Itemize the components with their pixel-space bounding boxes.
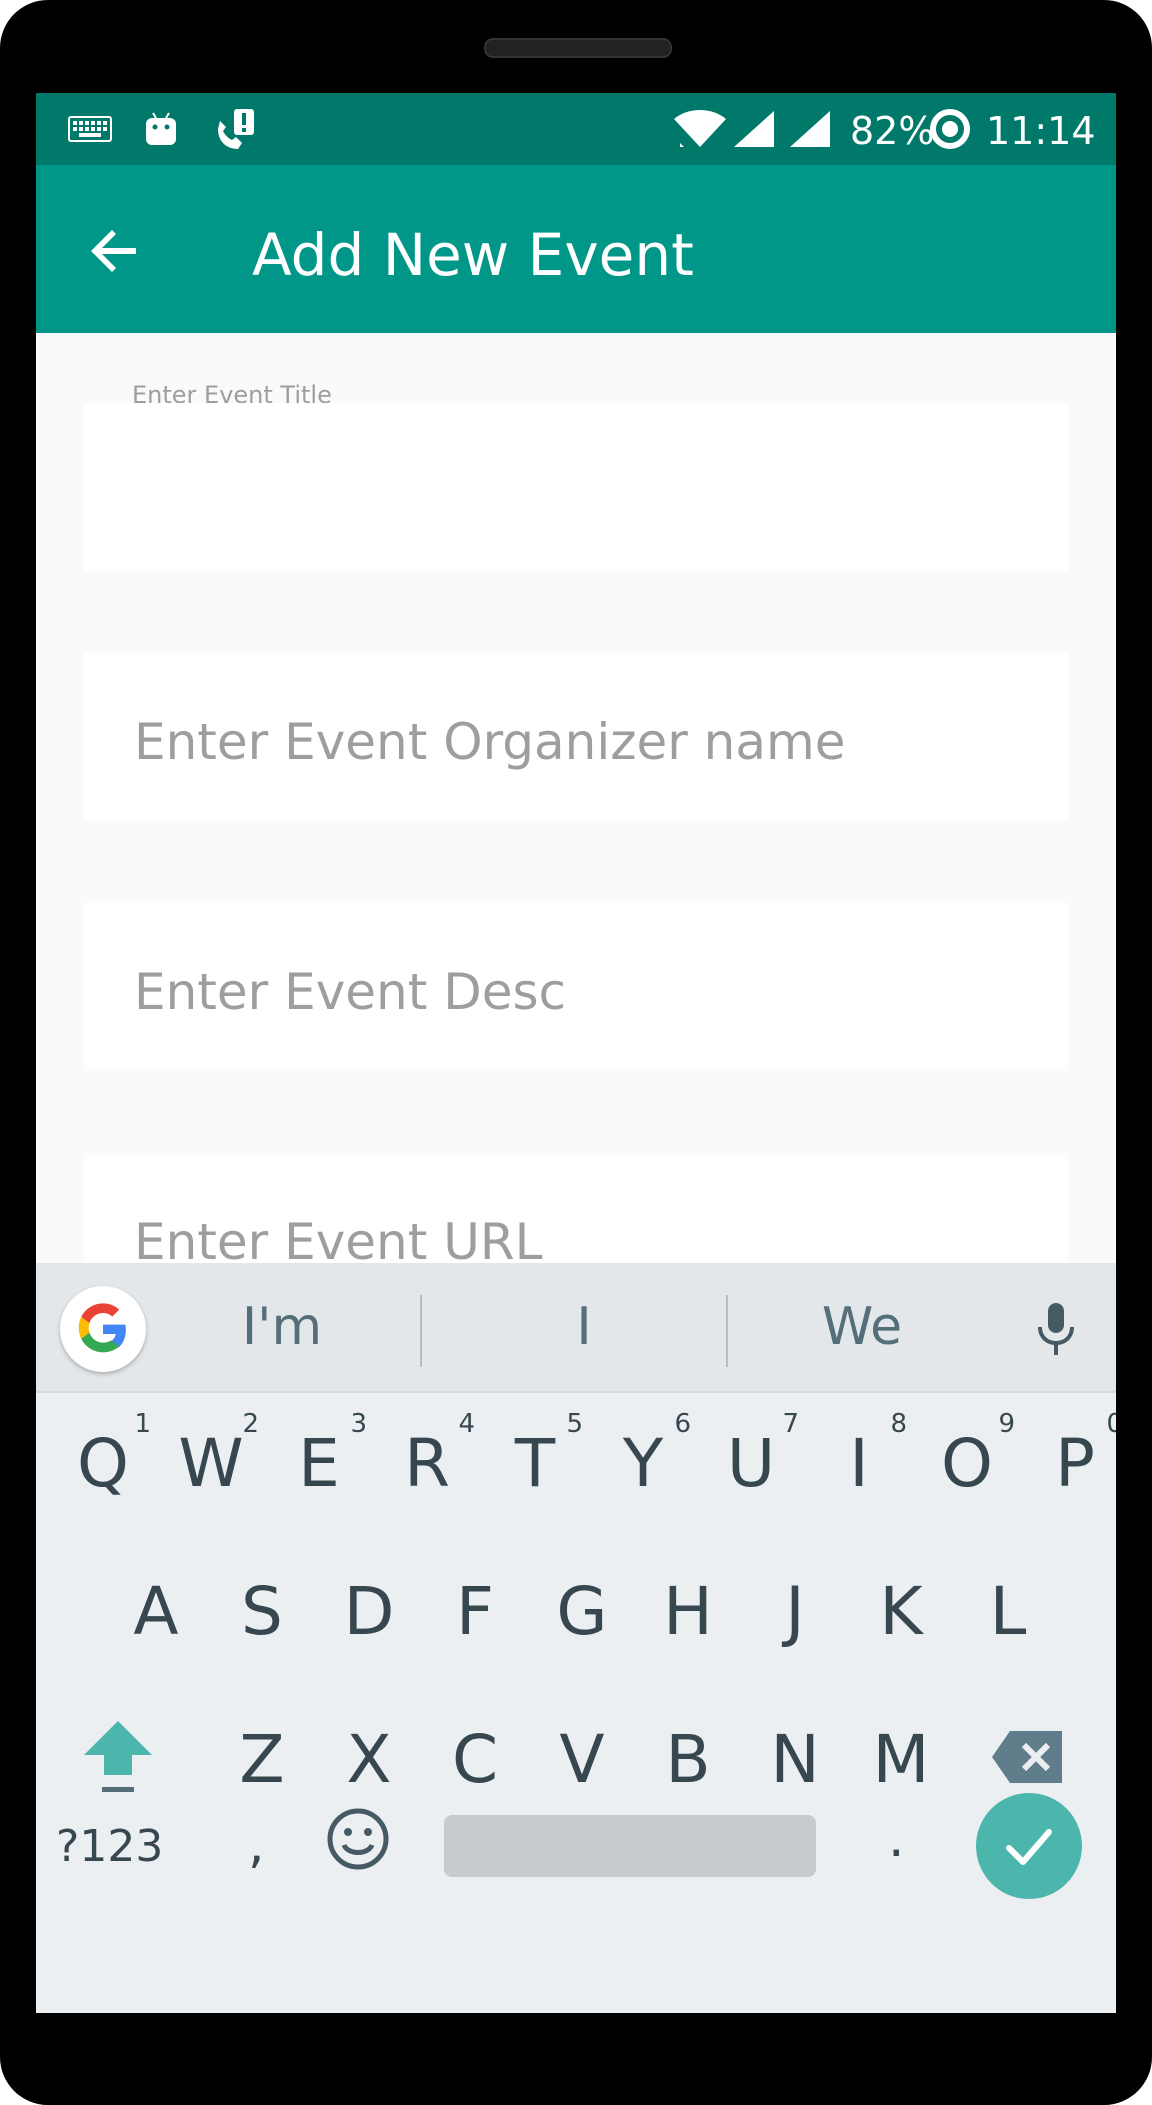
suggestion-strip: I'm I We bbox=[36, 1263, 1116, 1393]
key-x[interactable]: X bbox=[317, 1703, 421, 1823]
google-g-icon[interactable] bbox=[60, 1286, 146, 1372]
check-icon bbox=[1006, 1829, 1052, 1865]
sync-icon bbox=[928, 109, 972, 149]
phone-frame: 82% 11:14 Add New Event Enter Event Titl… bbox=[0, 0, 1152, 2105]
key-r[interactable]: R4 bbox=[375, 1407, 479, 1527]
event-desc-placeholder: Enter Event Desc bbox=[134, 963, 567, 1021]
shift-key[interactable] bbox=[66, 1703, 170, 1823]
android-debug-icon bbox=[144, 111, 178, 147]
microphone-icon[interactable] bbox=[1036, 1301, 1076, 1362]
wifi-icon bbox=[672, 110, 728, 147]
app-bar: Add New Event bbox=[36, 165, 1116, 333]
arrow-back-icon[interactable] bbox=[86, 223, 142, 279]
suggestion-3[interactable]: We bbox=[762, 1297, 962, 1357]
event-desc-field[interactable]: Enter Event Desc bbox=[84, 903, 1068, 1071]
period-key[interactable]: . bbox=[888, 1809, 905, 1869]
key-b[interactable]: B bbox=[636, 1703, 740, 1823]
signal-icon bbox=[732, 111, 776, 147]
key-v[interactable]: V bbox=[530, 1703, 634, 1823]
event-organizer-field[interactable]: Enter Event Organizer name bbox=[84, 653, 1068, 821]
suggestion-divider bbox=[420, 1295, 422, 1367]
soft-keyboard: I'm I We Q1 W2 E3 R4 T5 Y6 U7 I8 O9 P0 A… bbox=[36, 1263, 1116, 2013]
key-i[interactable]: I8 bbox=[807, 1407, 911, 1527]
key-z[interactable]: Z bbox=[210, 1703, 314, 1823]
event-title-field[interactable] bbox=[84, 403, 1068, 571]
key-f[interactable]: F bbox=[423, 1555, 527, 1675]
key-a[interactable]: A bbox=[104, 1555, 208, 1675]
key-q[interactable]: Q1 bbox=[51, 1407, 155, 1527]
clock: 11:14 bbox=[986, 109, 1096, 153]
key-t[interactable]: T5 bbox=[483, 1407, 587, 1527]
key-h[interactable]: H bbox=[636, 1555, 740, 1675]
key-w[interactable]: W2 bbox=[159, 1407, 263, 1527]
suggestion-divider bbox=[726, 1295, 728, 1367]
key-d[interactable]: D bbox=[317, 1555, 421, 1675]
suggestion-1[interactable]: I'm bbox=[182, 1297, 382, 1357]
screen: 82% 11:14 Add New Event Enter Event Titl… bbox=[36, 93, 1116, 2013]
signal-icon-2 bbox=[788, 111, 832, 147]
key-s[interactable]: S bbox=[210, 1555, 314, 1675]
key-j[interactable]: J bbox=[743, 1555, 847, 1675]
key-c[interactable]: C bbox=[423, 1703, 527, 1823]
event-organizer-placeholder: Enter Event Organizer name bbox=[134, 713, 846, 771]
key-m[interactable]: M bbox=[849, 1703, 953, 1823]
key-u[interactable]: U7 bbox=[699, 1407, 803, 1527]
wifi-call-alert-icon bbox=[212, 109, 256, 149]
space-bar[interactable] bbox=[444, 1815, 816, 1877]
symbols-key[interactable]: ?123 bbox=[56, 1821, 163, 1872]
key-n[interactable]: N bbox=[743, 1703, 847, 1823]
page-title: Add New Event bbox=[252, 221, 694, 289]
status-bar: 82% 11:14 bbox=[36, 93, 1116, 165]
battery-percent: 82% bbox=[850, 109, 935, 153]
keyboard-icon bbox=[68, 111, 112, 147]
enter-checkmark-button[interactable] bbox=[976, 1793, 1082, 1899]
key-e[interactable]: E3 bbox=[267, 1407, 371, 1527]
key-y[interactable]: Y6 bbox=[591, 1407, 695, 1527]
emoji-icon[interactable] bbox=[326, 1807, 390, 1875]
key-k[interactable]: K bbox=[849, 1555, 953, 1675]
key-g[interactable]: G bbox=[530, 1555, 634, 1675]
key-l[interactable]: L bbox=[956, 1555, 1060, 1675]
key-o[interactable]: O9 bbox=[915, 1407, 1019, 1527]
speaker-grille bbox=[484, 38, 672, 58]
comma-key[interactable]: , bbox=[248, 1815, 265, 1875]
key-p[interactable]: P0 bbox=[1023, 1407, 1116, 1527]
suggestion-2[interactable]: I bbox=[484, 1297, 684, 1357]
